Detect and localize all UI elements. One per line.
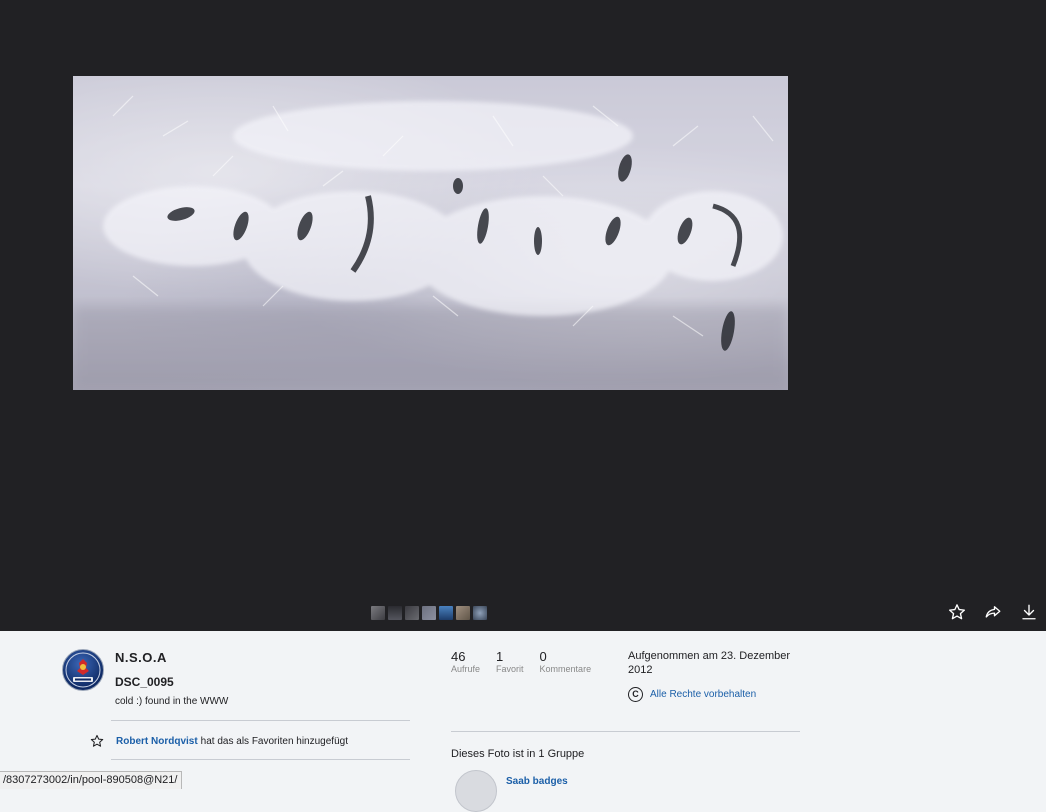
main-photo[interactable]: [73, 76, 788, 390]
filmstrip-thumb[interactable]: [405, 606, 419, 620]
star-icon: [948, 604, 966, 620]
fave-button[interactable]: [946, 601, 968, 623]
share-button[interactable]: [982, 601, 1004, 623]
groups-heading: Dieses Foto ist in 1 Gruppe: [451, 748, 585, 760]
photo-title: DSC_0095: [115, 675, 174, 689]
saab-logo-icon: [65, 652, 101, 688]
stat-label: Aufrufe: [451, 664, 481, 674]
divider: [451, 731, 800, 732]
group-link[interactable]: Saab badges: [506, 776, 568, 787]
filmstrip: [371, 606, 487, 620]
divider: [111, 720, 410, 721]
divider: [111, 759, 410, 760]
filmstrip-thumb[interactable]: [439, 606, 453, 620]
photo-actions: [946, 601, 1040, 623]
favorite-text: hat das als Favoriten hinzugefügt: [200, 735, 348, 747]
filmstrip-thumb[interactable]: [422, 606, 436, 620]
status-bar-url: /8307273002/in/pool-890508@N21/: [0, 771, 183, 789]
filmstrip-thumb[interactable]: [456, 606, 470, 620]
photo-details: N.S.O.A DSC_0095 cold :) found in the WW…: [0, 631, 1046, 812]
copyright-icon: C: [628, 687, 643, 702]
stat-comments: 0 Kommentare: [540, 650, 592, 675]
stat-label: Favorit: [496, 664, 524, 674]
filmstrip-thumb[interactable]: [388, 606, 402, 620]
frosted-emblem-photo: [73, 76, 788, 390]
filmstrip-thumb[interactable]: [371, 606, 385, 620]
filmstrip-thumb[interactable]: [473, 606, 487, 620]
stat-views: 46 Aufrufe: [451, 650, 480, 675]
author-avatar[interactable]: [62, 649, 104, 691]
download-button[interactable]: [1018, 601, 1040, 623]
license-link[interactable]: Alle Rechte vorbehalten: [650, 689, 756, 700]
date-taken: Aufgenommen am 23. Dezember 2012: [628, 650, 791, 676]
stat-value: 0: [539, 649, 547, 664]
photo-viewer: [0, 0, 1046, 631]
license-info[interactable]: C Alle Rechte vorbehalten: [628, 687, 756, 702]
photo-stats: 46 Aufrufe 1 Favorit 0 Kommentare: [451, 650, 607, 675]
favorite-user-link[interactable]: Robert Nordqvist: [116, 736, 198, 747]
stat-value: 1: [496, 649, 504, 664]
share-icon: [985, 606, 1001, 618]
star-icon[interactable]: [90, 734, 104, 748]
stat-value: 46: [451, 649, 466, 664]
group-avatar[interactable]: [455, 770, 497, 812]
favorite-activity: Robert Nordqvist hat das als Favoriten h…: [90, 734, 348, 748]
stat-faves: 1 Favorit: [496, 650, 524, 675]
author-name[interactable]: N.S.O.A: [115, 650, 167, 665]
download-icon: [1022, 604, 1036, 620]
stat-label: Kommentare: [539, 664, 592, 674]
photo-description: cold :) found in the WWW: [115, 696, 229, 707]
